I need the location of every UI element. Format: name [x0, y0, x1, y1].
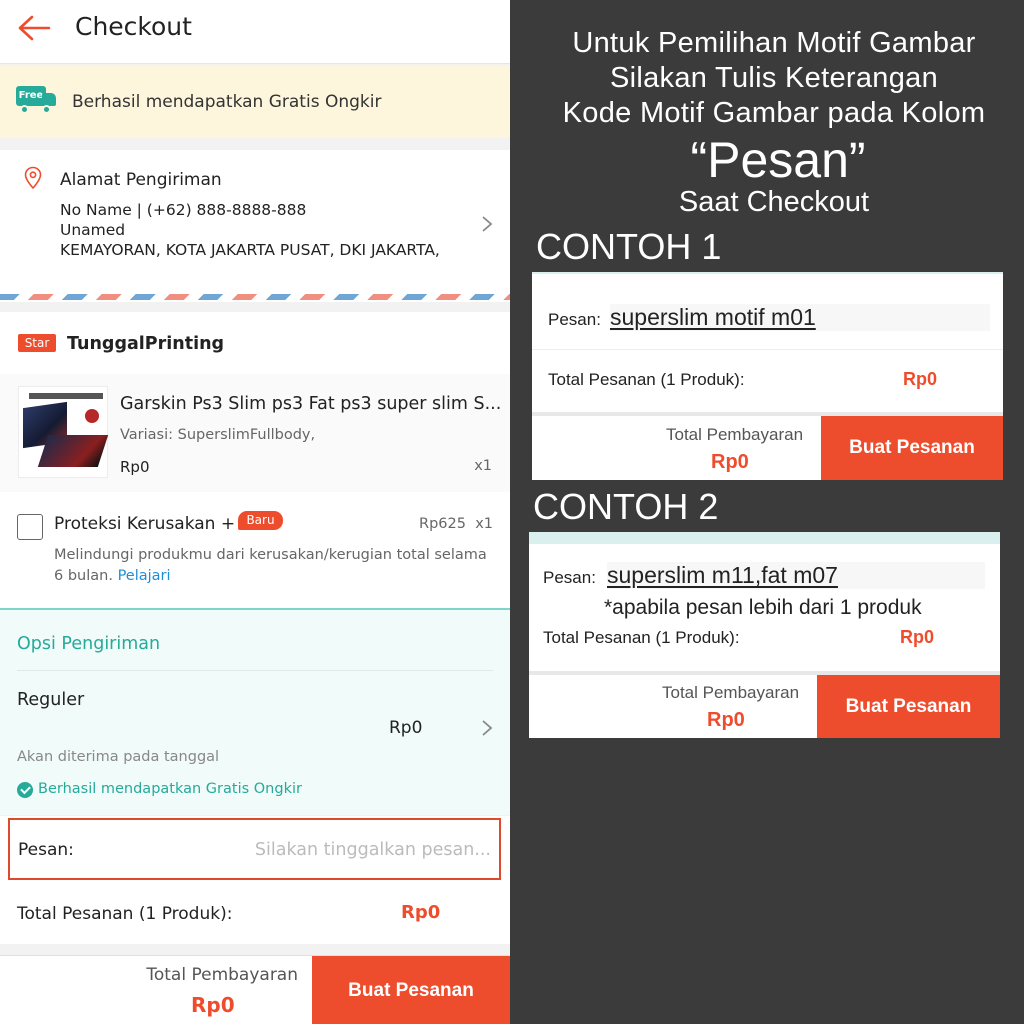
product-quantity: x1	[474, 458, 492, 474]
place-order-button[interactable]: Buat Pesanan	[312, 956, 510, 1024]
example-1-card: Pesan: superslim motif m01 Total Pesanan…	[532, 272, 1003, 480]
shipping-address-card[interactable]: Alamat Pengiriman No Name | (+62) 888-88…	[0, 150, 510, 302]
shipping-options-title: Opsi Pengiriman	[17, 634, 161, 654]
message-input-highlight[interactable]: Pesan: Silakan tinggalkan pesan...	[8, 818, 501, 880]
example-2-total-label: Total Pesanan (1 Produk):	[543, 628, 740, 647]
free-shipping-text: Berhasil mendapatkan Gratis Ongkir	[72, 92, 382, 112]
shop-order-card: Star TunggalPrinting Garskin Ps3 Slim ps…	[0, 312, 510, 610]
shipping-method[interactable]: Reguler	[17, 690, 84, 710]
example-1-total-value: Rp0	[903, 369, 938, 389]
product-thumbnail	[18, 386, 109, 478]
total-payment-label: Total Pembayaran	[146, 965, 298, 985]
example-1-heading: CONTOH 1	[536, 226, 722, 267]
example-1-payment-label: Total Pembayaran	[666, 425, 804, 444]
chevron-right-icon[interactable]	[480, 214, 494, 234]
address-contact: No Name | (+62) 888-8888-888	[60, 201, 307, 219]
chevron-right-icon[interactable]	[480, 718, 494, 738]
instruction-line-3: Kode Motif Gambar pada Kolom	[562, 97, 986, 129]
message-label: Pesan:	[18, 840, 74, 860]
instruction-line-5: Saat Checkout	[678, 186, 870, 218]
address-name: Unamed	[60, 221, 126, 239]
product-name: Garskin Ps3 Slim ps3 Fat ps3 super slim …	[120, 394, 502, 414]
example-2-card: Pesan: superslim m11,fat m07 *apabila pe…	[529, 532, 1000, 738]
product-row[interactable]: Garskin Ps3 Slim ps3 Fat ps3 super slim …	[0, 374, 510, 492]
delivery-eta: Akan diterima pada tanggal	[17, 749, 220, 765]
example-2-payment-value: Rp0	[707, 709, 745, 731]
app-header: Checkout	[0, 0, 510, 64]
address-title: Alamat Pengiriman	[60, 170, 222, 190]
free-delivery-truck-icon: Free	[16, 86, 58, 118]
shop-name[interactable]: TunggalPrinting	[67, 334, 224, 354]
divider	[17, 670, 493, 671]
address-location: KEMAYORAN, KOTA JAKARTA PUSAT, DKI JAKAR…	[60, 241, 440, 259]
protection-description-2: 6 bulan. Pelajari	[54, 568, 171, 584]
damage-protection-option: Proteksi Kerusakan + Baru Rp625 x1 Melin…	[0, 492, 510, 610]
protection-price: Rp625 x1	[419, 516, 493, 532]
checkout-screen: Checkout Free Berhasil mendapatkan Grati…	[0, 0, 510, 1024]
protection-checkbox[interactable]	[17, 514, 43, 540]
example-2-place-order-button: Buat Pesanan	[817, 675, 1000, 738]
arrow-left-icon[interactable]	[16, 14, 52, 42]
divider	[532, 349, 1003, 350]
instruction-line-4: “Pesan”	[690, 132, 866, 188]
free-shipping-banner: Free Berhasil mendapatkan Gratis Ongkir	[0, 66, 510, 138]
learn-more-link[interactable]: Pelajari	[118, 568, 171, 584]
protection-title: Proteksi Kerusakan +	[54, 514, 236, 534]
shipping-options: Opsi Pengiriman Reguler Rp0 Akan diterim…	[0, 608, 510, 815]
shipping-price: Rp0	[389, 718, 423, 738]
instruction-line-1: Untuk Pemilihan Motif Gambar	[572, 27, 976, 59]
example-1-place-order-button: Buat Pesanan	[821, 416, 1003, 480]
product-variant: Variasi: SuperslimFullbody,	[120, 427, 316, 443]
example-2-message-value: superslim m11,fat m07	[607, 562, 985, 589]
example-1-message-label: Pesan:	[548, 310, 601, 329]
example-2-payment-label: Total Pembayaran	[662, 683, 800, 702]
total-payment-value: Rp0	[191, 993, 235, 1017]
message-input[interactable]: Silakan tinggalkan pesan...	[255, 840, 491, 860]
star-seller-badge: Star	[18, 334, 56, 352]
example-1-payment-value: Rp0	[711, 451, 749, 473]
example-2-heading: CONTOH 2	[533, 486, 719, 527]
order-total-value: Rp0	[401, 902, 441, 923]
example-2-message-label: Pesan:	[543, 568, 596, 587]
instruction-line-2: Silakan Tulis Keterangan	[609, 62, 938, 94]
example-2-note: *apabila pesan lebih dari 1 produk	[604, 596, 922, 619]
protection-description: Melindungi produkmu dari kerusakan/kerug…	[54, 547, 487, 563]
example-1-message-value: superslim motif m01	[610, 304, 990, 331]
new-badge: Baru	[238, 511, 283, 530]
checkout-footer: Total Pembayaran Rp0 Buat Pesanan	[0, 955, 510, 1024]
page-title: Checkout	[75, 12, 192, 41]
product-price: Rp0	[120, 458, 150, 476]
check-circle-icon	[17, 782, 33, 798]
airmail-divider	[0, 294, 510, 300]
order-total-label: Total Pesanan (1 Produk):	[17, 904, 233, 924]
message-section: Pesan: Silakan tinggalkan pesan... Total…	[0, 816, 510, 944]
example-1-total-label: Total Pesanan (1 Produk):	[548, 370, 745, 389]
location-pin-icon	[24, 166, 42, 190]
free-shipping-note: Berhasil mendapatkan Gratis Ongkir	[38, 781, 302, 797]
example-2-total-value: Rp0	[900, 627, 935, 647]
